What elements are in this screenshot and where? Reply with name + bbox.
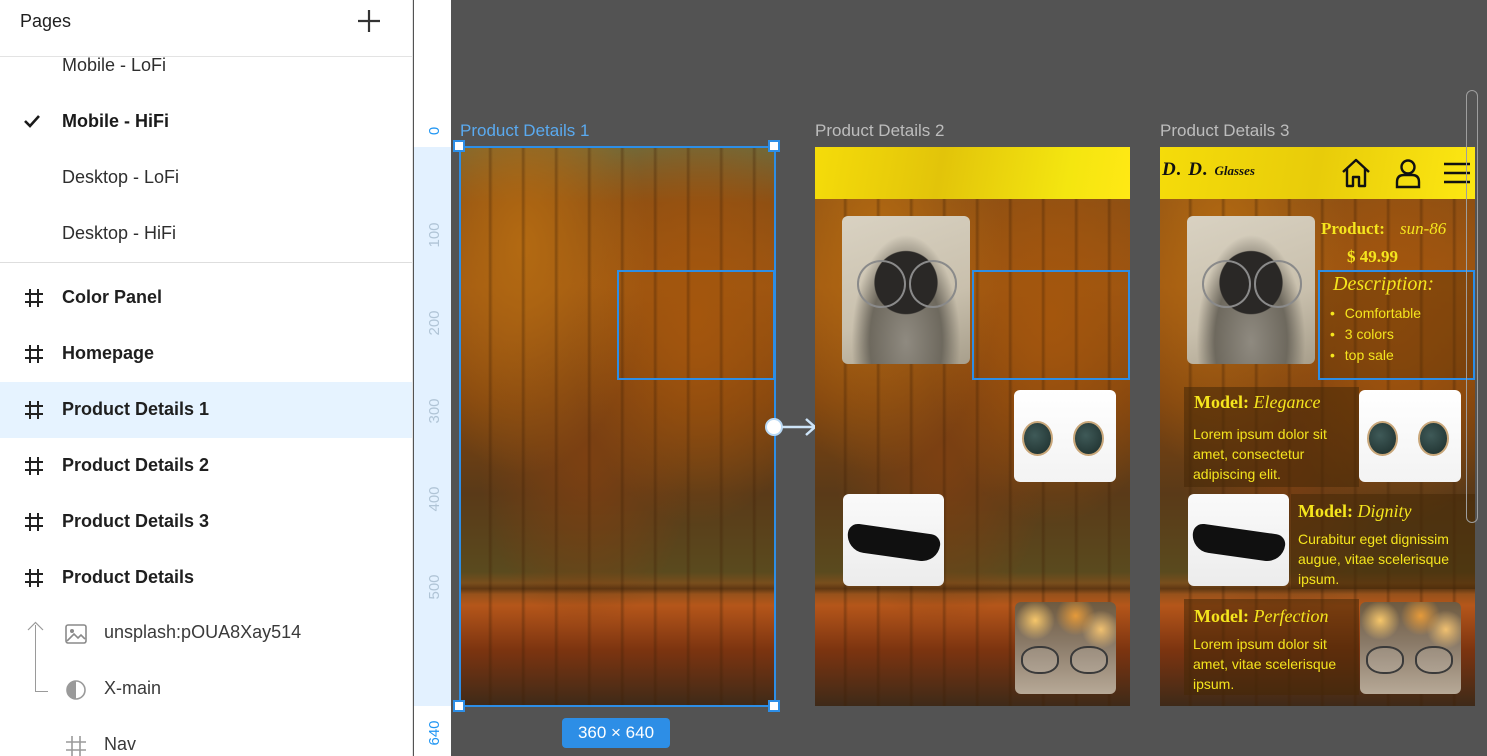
product-photo-black-sunglasses: [843, 494, 944, 586]
model-description: Lorem ipsum dolor sit amet, vitae sceler…: [1193, 636, 1337, 692]
frame-hash-icon: [25, 289, 43, 307]
layer-item-product-details-1[interactable]: Product Details 1: [0, 382, 412, 438]
brand-logo: D. D. Glasses: [1162, 159, 1255, 180]
product-label: Product:: [1321, 219, 1385, 238]
resize-handle-top-right[interactable]: [768, 140, 780, 152]
product-photo-black-sunglasses: [1188, 494, 1289, 586]
product-code: sun-86: [1400, 219, 1447, 238]
sub-layer-x-main[interactable]: X-main: [0, 662, 412, 718]
model-label: Model: Elegance: [1194, 392, 1321, 412]
product-photo-pug: [842, 216, 970, 364]
ruler-mark: 100: [426, 222, 443, 248]
layer-item-homepage[interactable]: Homepage: [0, 326, 412, 382]
user-icon[interactable]: [1391, 156, 1425, 190]
header-bar: [815, 147, 1130, 199]
design-canvas[interactable]: Product Details 1 360 × 640 Product Deta…: [451, 0, 1487, 756]
ruler-mark: 200: [426, 310, 443, 336]
resize-handle-top-left[interactable]: [453, 140, 465, 152]
selection-outline: [459, 146, 776, 707]
sub-layer-image[interactable]: unsplash:pOUA8Xay514: [0, 606, 412, 662]
product-photo-round-sunglasses: [1014, 390, 1116, 482]
ruler-mark: 0: [426, 126, 443, 136]
page-item-desktop-lofi[interactable]: Desktop - LoFi: [0, 152, 412, 208]
nav-header: D. D. Glasses: [1160, 147, 1475, 199]
pages-divider: [0, 262, 412, 263]
frame-product-details-3[interactable]: D. D. Glasses Product: sun-86 $ 49.99 De…: [1160, 147, 1475, 706]
description-bullet: • Comfortable: [1330, 305, 1422, 321]
description-title: Description:: [1333, 273, 1435, 295]
canvas-scrollbar[interactable]: [1466, 90, 1478, 523]
product-price: $ 49.99: [1347, 247, 1398, 266]
prototype-connector-icon[interactable]: [764, 416, 820, 438]
frame-label[interactable]: Product Details 3: [1160, 121, 1289, 141]
checkmark-icon: [24, 115, 40, 128]
description-bullet: • top sale: [1330, 347, 1394, 363]
frame-hash-icon: [25, 457, 43, 475]
ruler-mark: 500: [426, 574, 443, 600]
product-photo-round-sunglasses: [1359, 390, 1461, 482]
resize-handle-bottom-right[interactable]: [768, 700, 780, 712]
home-icon[interactable]: [1339, 156, 1373, 190]
add-page-icon[interactable]: [356, 8, 382, 34]
frame-label[interactable]: Product Details 2: [815, 121, 944, 141]
layer-item-color-panel[interactable]: Color Panel: [0, 270, 412, 326]
frame-hash-icon: [25, 513, 43, 531]
ruler-mark: 400: [426, 486, 443, 512]
ruler-mark: 300: [426, 398, 443, 424]
model-label: Model: Perfection: [1194, 606, 1329, 626]
layer-item-product-details-2[interactable]: Product Details 2: [0, 438, 412, 494]
frame-hash-icon: [25, 401, 43, 419]
description-bullet: • 3 colors: [1330, 326, 1394, 342]
component-icon: [66, 680, 86, 700]
model-description: Lorem ipsum dolor sit amet, consectetur …: [1193, 426, 1327, 482]
frame-hash-icon: [66, 736, 86, 756]
frame-product-details-2[interactable]: [815, 147, 1130, 706]
sub-layer-nav[interactable]: Nav: [0, 718, 412, 756]
frame-hash-icon: [25, 569, 43, 587]
product-photo-clear-glasses: [1360, 602, 1461, 694]
vertical-ruler: 0 100 200 300 400 500 640: [414, 0, 451, 756]
hover-outline: [972, 270, 1130, 380]
resize-handle-bottom-left[interactable]: [453, 700, 465, 712]
layer-item-product-details-3[interactable]: Product Details 3: [0, 494, 412, 550]
selection-size-badge: 360 × 640: [562, 718, 670, 748]
page-item-mobile-lofi[interactable]: Mobile - LoFi: [0, 40, 412, 96]
layers-panel: Pages Mobile - LoFi Mobile - HiFi Deskto…: [0, 0, 413, 756]
model-label: Model: Dignity: [1298, 501, 1412, 521]
page-item-mobile-hifi[interactable]: Mobile - HiFi: [0, 96, 412, 152]
frame-label[interactable]: Product Details 1: [460, 121, 589, 141]
pages-title: Pages: [20, 11, 72, 31]
product-photo-pug: [1187, 216, 1315, 364]
layer-item-product-details[interactable]: Product Details: [0, 550, 412, 606]
ruler-mark: 640: [426, 720, 443, 746]
image-icon: [65, 624, 87, 644]
frame-hash-icon: [25, 345, 43, 363]
model-description: Curabitur eget dignissim augue, vitae sc…: [1298, 531, 1449, 587]
product-photo-clear-glasses: [1015, 602, 1116, 694]
page-item-desktop-hifi[interactable]: Desktop - HiFi: [0, 208, 412, 264]
